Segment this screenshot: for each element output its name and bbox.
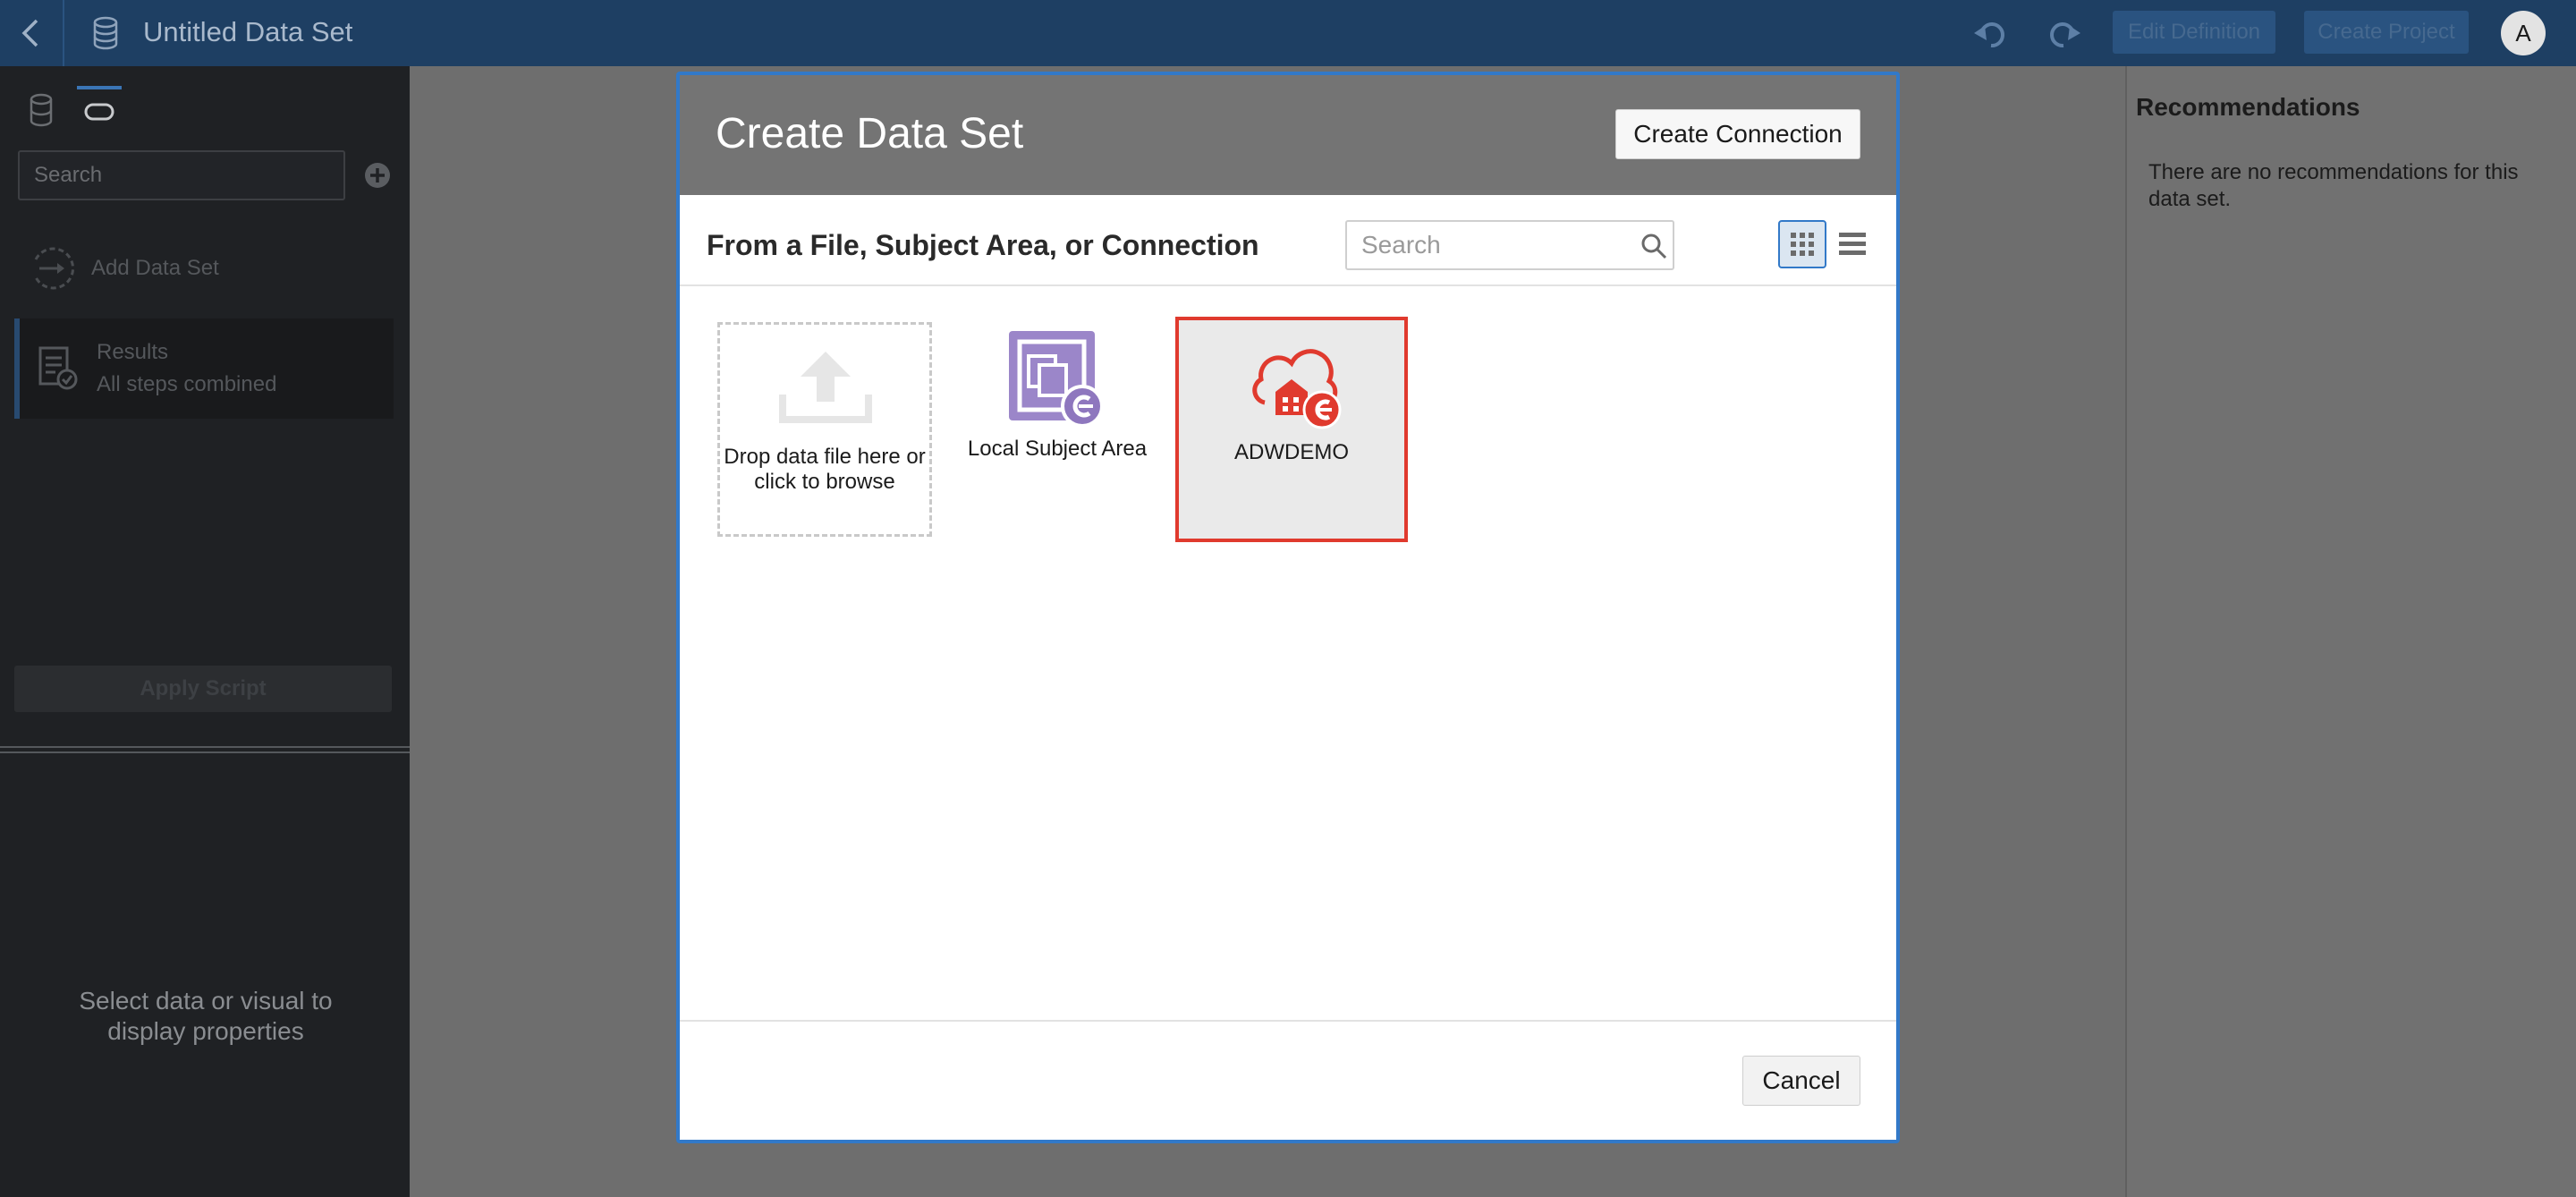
results-step[interactable]: Results All steps combined [14,318,394,419]
create-connection-button[interactable]: Create Connection [1615,109,1860,159]
divider [680,284,1896,286]
local-subject-area-tile[interactable]: Local Subject Area [950,322,1165,537]
cancel-button[interactable]: Cancel [1742,1056,1860,1106]
local-subject-area-label: Local Subject Area [967,437,1148,461]
list-view-icon[interactable] [1837,229,1868,259]
grid-view-button[interactable] [1778,220,1826,268]
add-data-set-icon[interactable] [29,245,75,292]
tab-join-icon[interactable] [82,98,116,125]
cloud-warehouse-icon [1252,349,1342,429]
recommendations-message: There are no recommendations for this da… [2148,160,2519,211]
results-title: Results [97,340,169,364]
user-avatar[interactable]: A [2501,11,2546,55]
create-project-button[interactable]: Create Project [2304,11,2469,54]
create-data-set-dialog: Create Data Set Create Connection From a… [676,72,1900,1143]
edit-definition-button[interactable]: Edit Definition [2113,11,2275,54]
connection-label: ADWDEMO [1234,440,1349,464]
search-icon[interactable] [1640,233,1667,259]
tab-data-icon[interactable] [25,93,57,127]
dialog-header: Create Data Set Create Connection [680,75,1896,195]
panel-splitter[interactable] [0,746,410,753]
active-tab-indicator [77,86,122,89]
drop-file-tile[interactable]: Drop data file here or click to browse [717,322,932,537]
chevron-left-icon [21,19,38,47]
results-icon [38,346,78,390]
left-search-input[interactable]: Search [18,150,345,200]
connection-tile-adwdemo[interactable]: ADWDEMO [1175,317,1408,542]
subject-area-icon [1009,331,1104,428]
grid-icon [1791,233,1814,256]
section-heading: From a File, Subject Area, or Connection [707,229,1259,261]
top-bar: Untitled Data Set Edit Definition Create… [0,0,2576,66]
properties-message: Select data or visual to display propert… [79,987,333,1045]
redo-icon[interactable] [2045,15,2082,51]
drop-file-label: Drop data file here or click to browse [724,445,926,494]
upload-icon [779,352,872,423]
results-subtitle: All steps combined [97,372,277,396]
add-data-set-label[interactable]: Add Data Set [91,256,219,281]
back-button[interactable] [0,0,64,66]
page-title: Untitled Data Set [143,16,353,47]
divider [680,1020,1896,1022]
dialog-title: Create Data Set [716,110,1024,157]
dialog-search-input[interactable]: Search [1345,220,1674,270]
right-panel: Recommendations There are no recommendat… [2125,66,2576,1197]
recommendations-title: Recommendations [2136,93,2360,121]
undo-icon[interactable] [1972,15,2010,51]
apply-script-button[interactable]: Apply Script [14,666,392,712]
left-panel: Search Add Data Set Results All steps co… [0,66,410,1197]
database-icon [93,16,118,50]
add-circle-icon[interactable] [363,161,392,190]
